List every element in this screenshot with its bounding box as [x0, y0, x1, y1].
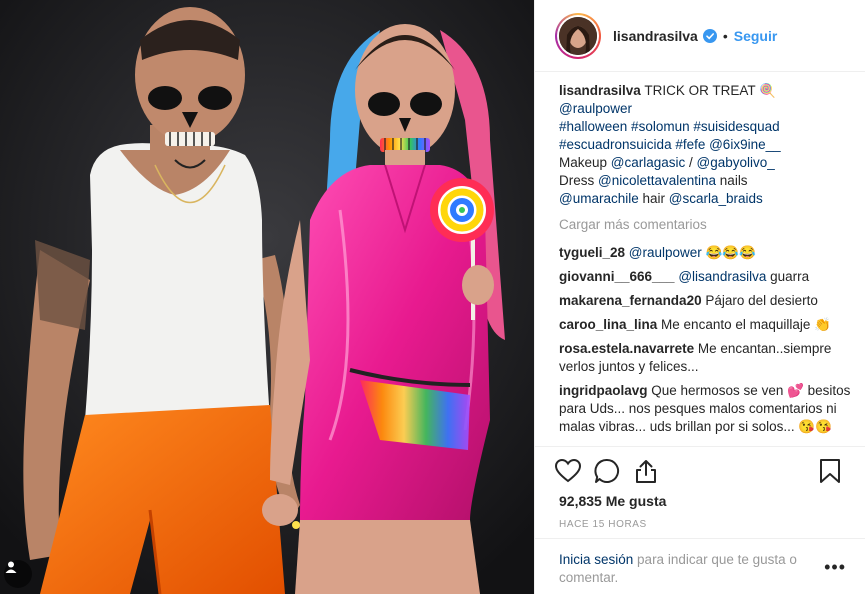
- caption-hair-link[interactable]: @scarla_braids: [669, 191, 763, 206]
- post-actions: [535, 446, 865, 498]
- comment-bubble-icon: [594, 458, 620, 487]
- likes-count[interactable]: 92,835 Me gusta: [559, 493, 666, 509]
- comment-text: Pájaro del desierto: [701, 293, 818, 308]
- instagram-post: lisandrasilva • Seguir lisandrasilva TRI…: [0, 0, 865, 594]
- post-photo[interactable]: [0, 0, 534, 594]
- avatar-story-ring[interactable]: [555, 12, 601, 59]
- save-button[interactable]: [817, 458, 843, 487]
- comment-text: 😂😂😂: [701, 245, 756, 260]
- caption-dress-label: Dress: [559, 173, 599, 188]
- comment-item: rosa.estela.navarrete Me encantan..siemp…: [559, 340, 857, 376]
- post-side-panel: lisandrasilva • Seguir lisandrasilva TRI…: [534, 0, 865, 594]
- caption-username[interactable]: lisandrasilva: [559, 83, 641, 98]
- caption-dress-link[interactable]: @nicolettavalentina: [598, 173, 716, 188]
- photo-illustration: [0, 0, 534, 594]
- caption-makeup-link-1[interactable]: @carlagasic: [611, 155, 685, 170]
- login-prompt: Inicia sesión para indicar que te gusta …: [535, 538, 865, 594]
- caption-text: TRICK OR TREAT 🍭: [644, 83, 776, 98]
- comment-item: makarena_fernanda20 Pájaro del desierto: [559, 292, 857, 310]
- post-caption: lisandrasilva TRICK OR TREAT 🍭 @raulpowe…: [559, 82, 857, 208]
- post-timestamp: HACE 15 HORAS: [559, 519, 647, 530]
- comment-button[interactable]: [594, 458, 620, 487]
- load-more-comments-button[interactable]: Cargar más comentarios: [559, 216, 857, 234]
- comment-username[interactable]: caroo_lina_lina: [559, 317, 657, 332]
- comment-text: guarra: [766, 269, 810, 284]
- more-options-button[interactable]: •••: [824, 557, 846, 578]
- caption-nails-link[interactable]: @umarachile: [559, 191, 639, 206]
- comment-username[interactable]: giovanni__666___: [559, 269, 675, 284]
- comment-mention[interactable]: @lisandrasilva: [678, 269, 766, 284]
- post-header: lisandrasilva • Seguir: [535, 0, 865, 72]
- caption-hashtags[interactable]: #halloween #solomun #suisidesquad: [559, 118, 857, 136]
- caption-nails-label: nails: [716, 173, 748, 188]
- share-icon: [633, 458, 659, 487]
- comment-item: tygueli_28 @raulpower 😂😂😂: [559, 244, 857, 262]
- caption-makeup-sep: /: [685, 155, 697, 170]
- heart-icon: [554, 458, 582, 486]
- comment-item: caroo_lina_lina Me encanto el maquillaje…: [559, 316, 857, 334]
- caption-hashtags-2[interactable]: #escuadronsuicida #fefe @6ix9ine__: [559, 136, 857, 154]
- comment-text: Me encanto el maquillaje 👏: [657, 317, 831, 332]
- comment-username[interactable]: rosa.estela.navarrete: [559, 341, 694, 356]
- comments-list[interactable]: lisandrasilva TRICK OR TREAT 🍭 @raulpowe…: [559, 82, 857, 445]
- comment-username[interactable]: ingridpaolavg: [559, 383, 648, 398]
- comment-item: giovanni__666___ @lisandrasilva guarra: [559, 268, 857, 286]
- header-username[interactable]: lisandrasilva: [613, 28, 698, 44]
- comment-item: ingridpaolavg Que hermosos se ven 💕 besi…: [559, 382, 857, 436]
- like-button[interactable]: [554, 458, 582, 486]
- comment-username[interactable]: makarena_fernanda20: [559, 293, 702, 308]
- share-button[interactable]: [633, 459, 659, 485]
- login-prompt-text: Inicia sesión para indicar que te gusta …: [559, 551, 809, 587]
- caption-hair-label: hair: [638, 191, 669, 206]
- comment-mention[interactable]: @raulpower: [629, 245, 702, 260]
- tag-button[interactable]: [4, 560, 32, 588]
- caption-makeup-link-2[interactable]: @gabyolivo_: [697, 155, 775, 170]
- avatar[interactable]: [559, 16, 597, 55]
- comment-username[interactable]: tygueli_28: [559, 245, 625, 260]
- caption-mention[interactable]: @raulpower: [559, 100, 857, 118]
- header-separator: •: [722, 27, 728, 44]
- login-link[interactable]: Inicia sesión: [559, 552, 633, 567]
- follow-button[interactable]: Seguir: [734, 28, 778, 44]
- caption-makeup-label: Makeup: [559, 155, 611, 170]
- bookmark-icon: [819, 458, 841, 487]
- verified-badge-icon: [702, 28, 717, 43]
